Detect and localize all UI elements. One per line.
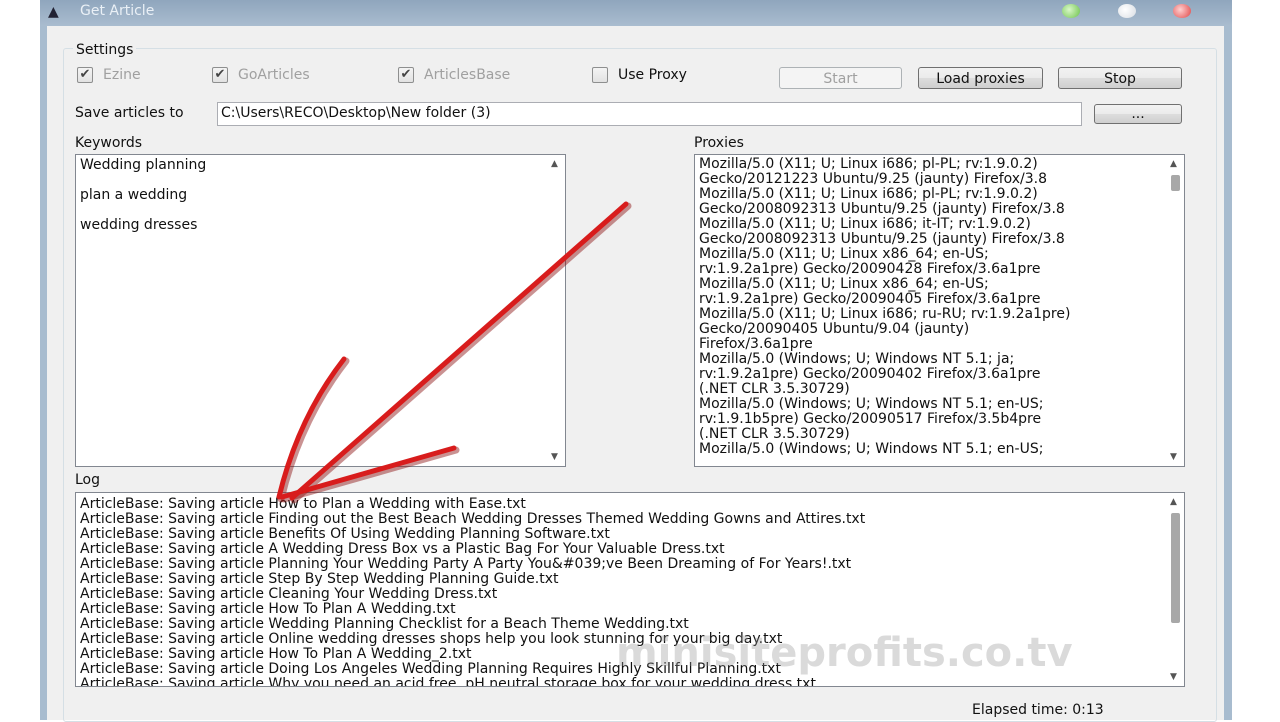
- window-frame-left: [40, 26, 47, 720]
- keyword-item: wedding dresses: [80, 217, 198, 233]
- proxy-line: (.NET CLR 3.5.30729): [699, 426, 850, 442]
- log-scrollbar[interactable]: ▲ ▼: [1167, 493, 1184, 686]
- ezine-check-mark[interactable]: ✔: [77, 67, 93, 83]
- keyword-item: plan a wedding: [80, 187, 188, 203]
- proxy-line: Gecko/2008092313 Ubuntu/9.25 (jaunty) Fi…: [699, 231, 1065, 247]
- goarticles-checkbox[interactable]: ✔ GoArticles: [212, 66, 310, 84]
- proxy-line: Mozilla/5.0 (Windows; U; Windows NT 5.1;…: [699, 441, 1044, 457]
- save-articles-label: Save articles to: [75, 105, 184, 121]
- watermark-text: minisiteprofits.co.tv: [616, 630, 1073, 676]
- proxy-line: Gecko/20090405 Ubuntu/9.04 (jaunty): [699, 321, 970, 337]
- proxy-line: Firefox/3.6a1pre: [699, 336, 813, 352]
- scroll-down-arrow-icon[interactable]: ▼: [1170, 452, 1177, 462]
- window-title: Get Article: [80, 3, 155, 19]
- log-line: ArticleBase: Saving article Benefits Of …: [80, 526, 610, 542]
- articlesbase-checkbox[interactable]: ✔ ArticlesBase: [398, 66, 510, 84]
- proxies-lines: Mozilla/5.0 (X11; U; Linux i686; pl-PL; …: [699, 157, 1070, 457]
- articlesbase-label: ArticlesBase: [424, 67, 511, 83]
- proxy-line: Mozilla/5.0 (X11; U; Linux i686; it-IT; …: [699, 216, 1031, 232]
- proxies-scrollbar[interactable]: ▲ ▼: [1167, 155, 1184, 466]
- keyword-item: Wedding planning: [80, 157, 207, 173]
- scroll-down-arrow-icon[interactable]: ▼: [551, 452, 558, 462]
- start-button[interactable]: Start: [779, 67, 902, 89]
- log-line: ArticleBase: Saving article Finding out …: [80, 511, 866, 527]
- use-proxy-checkbox[interactable]: Use Proxy: [592, 66, 687, 84]
- keywords-textarea[interactable]: Wedding planning plan a wedding wedding …: [75, 154, 566, 467]
- proxies-textarea[interactable]: Mozilla/5.0 (X11; U; Linux i686; pl-PL; …: [694, 154, 1185, 467]
- window-frame-right: [1224, 26, 1232, 720]
- proxy-line: Mozilla/5.0 (X11; U; Linux x86_64; en-US…: [699, 246, 989, 262]
- log-line: ArticleBase: Saving article Planning You…: [80, 556, 852, 572]
- minimize-button[interactable]: [1062, 4, 1080, 18]
- proxy-line: Mozilla/5.0 (Windows; U; Windows NT 5.1;…: [699, 396, 1044, 412]
- keywords-scrollbar[interactable]: ▲ ▼: [548, 155, 565, 466]
- log-line: ArticleBase: Saving article Why you need…: [80, 676, 816, 687]
- app-icon: ▲: [48, 4, 59, 20]
- ezine-label: Ezine: [103, 67, 141, 83]
- scroll-thumb[interactable]: [1171, 175, 1180, 191]
- title-bar[interactable]: ▲ Get Article: [40, 0, 1232, 26]
- close-button[interactable]: [1173, 4, 1191, 18]
- save-path-input[interactable]: C:\Users\RECO\Desktop\New folder (3): [217, 102, 1082, 126]
- proxy-line: Mozilla/5.0 (X11; U; Linux i686; pl-PL; …: [699, 186, 1038, 202]
- proxy-line: rv:1.9.2a1pre) Gecko/20090405 Firefox/3.…: [699, 291, 1041, 307]
- log-line: ArticleBase: Saving article A Wedding Dr…: [80, 541, 725, 557]
- proxy-line: Mozilla/5.0 (X11; U; Linux x86_64; en-US…: [699, 276, 989, 292]
- scroll-up-arrow-icon[interactable]: ▲: [551, 159, 558, 169]
- scroll-thumb[interactable]: [1171, 513, 1180, 623]
- log-label: Log: [75, 472, 101, 488]
- stop-button[interactable]: Stop: [1058, 67, 1182, 89]
- window-client-area: Settings ✔ Ezine ✔ GoArticles ✔ Articles…: [47, 26, 1224, 722]
- elapsed-time: Elapsed time: 0:13: [972, 702, 1104, 718]
- log-line: ArticleBase: Saving article How to Plan …: [80, 496, 526, 512]
- maximize-button[interactable]: [1118, 4, 1136, 18]
- scroll-up-arrow-icon[interactable]: ▲: [1170, 497, 1177, 507]
- proxy-line: Mozilla/5.0 (X11; U; Linux i686; pl-PL; …: [699, 156, 1038, 172]
- use-proxy-label: Use Proxy: [618, 67, 687, 83]
- keywords-label: Keywords: [75, 135, 143, 151]
- log-line: ArticleBase: Saving article Step By Step…: [80, 571, 559, 587]
- keywords-lines: Wedding planning plan a wedding wedding …: [80, 157, 206, 247]
- ezine-checkbox[interactable]: ✔ Ezine: [77, 66, 141, 84]
- proxy-line: Gecko/2008092313 Ubuntu/9.25 (jaunty) Fi…: [699, 201, 1065, 217]
- log-line: ArticleBase: Saving article How To Plan …: [80, 601, 456, 617]
- proxy-line: rv:1.9.1b5pre) Gecko/20090517 Firefox/3.…: [699, 411, 1042, 427]
- goarticles-check-mark[interactable]: ✔: [212, 67, 228, 83]
- browse-button[interactable]: ...: [1094, 104, 1182, 124]
- goarticles-label: GoArticles: [238, 67, 310, 83]
- proxies-label: Proxies: [694, 135, 744, 151]
- proxy-line: rv:1.9.2a1pre) Gecko/20090402 Firefox/3.…: [699, 366, 1041, 382]
- proxy-line: (.NET CLR 3.5.30729): [699, 381, 850, 397]
- articlesbase-check-mark[interactable]: ✔: [398, 67, 414, 83]
- settings-group-label: Settings: [73, 42, 137, 58]
- proxy-line: Gecko/20121223 Ubuntu/9.25 (jaunty) Fire…: [699, 171, 1048, 187]
- use-proxy-check-box[interactable]: [592, 67, 608, 83]
- log-line: ArticleBase: Saving article Cleaning You…: [80, 586, 498, 602]
- proxy-line: rv:1.9.2a1pre) Gecko/20090428 Firefox/3.…: [699, 261, 1041, 277]
- proxy-line: Mozilla/5.0 (Windows; U; Windows NT 5.1;…: [699, 351, 1015, 367]
- proxy-line: Mozilla/5.0 (X11; U; Linux i686; ru-RU; …: [699, 306, 1071, 322]
- scroll-up-arrow-icon[interactable]: ▲: [1170, 159, 1177, 169]
- scroll-down-arrow-icon[interactable]: ▼: [1170, 672, 1177, 682]
- load-proxies-button[interactable]: Load proxies: [918, 67, 1043, 89]
